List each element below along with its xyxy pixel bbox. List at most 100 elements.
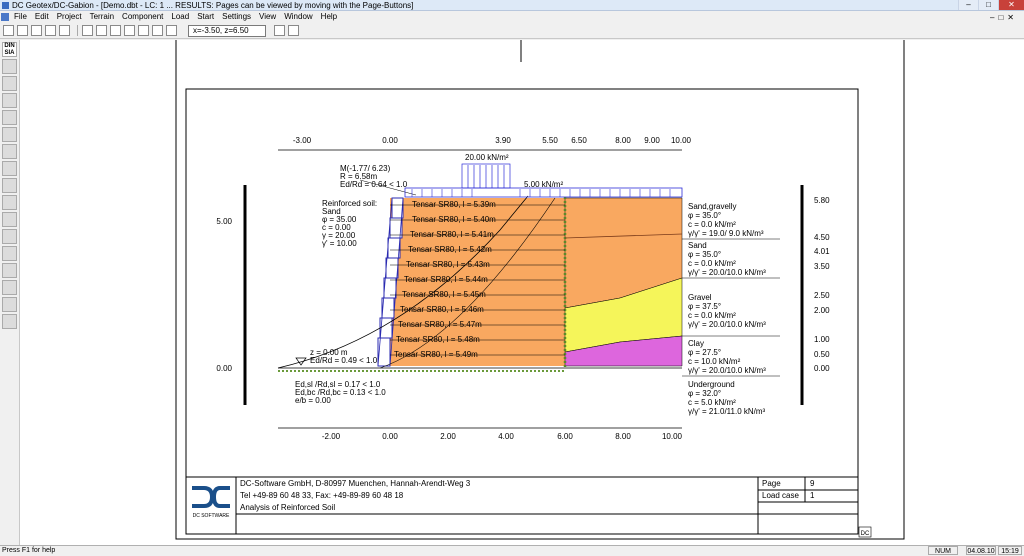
geogrid-label: Tensar SR80, l = 5.48m <box>396 335 480 344</box>
norm-logo[interactable]: DIN SIA <box>2 42 17 57</box>
chart-tool-icon[interactable] <box>2 297 17 312</box>
num-lock-indicator: NUM <box>928 546 958 555</box>
open-folder-icon[interactable] <box>17 25 28 36</box>
paste-icon[interactable] <box>110 25 121 36</box>
wall-tool-icon[interactable] <box>2 93 17 108</box>
strip-load-label: 20.00 kN/m² <box>465 153 509 162</box>
geogrid-label: Tensar SR80, l = 5.41m <box>410 230 494 239</box>
bottom-tick-label: 4.00 <box>498 432 514 441</box>
context-help-icon[interactable] <box>288 25 299 36</box>
menu-terrain[interactable]: Terrain <box>86 11 118 23</box>
menu-load[interactable]: Load <box>167 11 193 23</box>
maximize-button[interactable]: □ <box>978 0 998 10</box>
toolbar-separator <box>77 25 78 36</box>
gabion-tool-icon[interactable] <box>2 195 17 210</box>
page-tool-icon[interactable] <box>2 280 17 295</box>
right-tick-label: 4.01 <box>814 247 830 256</box>
bottom-tick-label: 0.00 <box>382 432 398 441</box>
link-tool-icon[interactable] <box>2 314 17 329</box>
right-tick-label: 0.00 <box>814 364 830 373</box>
toolbar: x=-3.50, z=6.50 <box>0 23 1024 39</box>
layer-tool-icon[interactable] <box>2 76 17 91</box>
company-phone: Tel +49-89 60 48 33, Fax: +49-89-89 60 4… <box>240 491 404 500</box>
left-tick-label: 0.00 <box>216 364 232 373</box>
menu-component[interactable]: Component <box>118 11 167 23</box>
slip-tool-icon[interactable] <box>2 212 17 227</box>
right-tick-label: 2.50 <box>814 291 830 300</box>
menu-project[interactable]: Project <box>53 11 86 23</box>
print-preview-icon[interactable] <box>59 25 70 36</box>
geogrid-tool-icon[interactable] <box>2 178 17 193</box>
eccentricity-label: e/b = 0.00 <box>295 396 331 405</box>
bottom-tick-label: 10.00 <box>662 432 683 441</box>
load-tool-icon[interactable] <box>2 144 17 159</box>
menu-settings[interactable]: Settings <box>218 11 255 23</box>
new-file-icon[interactable] <box>3 25 14 36</box>
print-icon[interactable] <box>45 25 56 36</box>
help-question-icon[interactable] <box>274 25 285 36</box>
top-tick-label: 6.50 <box>571 136 587 145</box>
soil-name: Sand,gravelly <box>688 202 736 211</box>
geogrid-label: Tensar SR80, l = 5.49m <box>394 350 478 359</box>
close-button[interactable]: ✕ <box>998 0 1024 10</box>
geogrid-label: Tensar SR80, l = 5.45m <box>402 290 486 299</box>
document-icon[interactable] <box>1 13 9 21</box>
soil-gamma: γ/γ' = 20.0/10.0 kN/m³ <box>688 268 766 277</box>
reinforced-soil-gamma-prime: γ' = 10.00 <box>322 239 357 248</box>
geogrid-label: Tensar SR80, l = 5.43m <box>406 260 490 269</box>
anchor-tool-icon[interactable] <box>2 161 17 176</box>
company-address: DC-Software GmbH, D-80997 Muenchen, Hann… <box>240 479 471 488</box>
water-tool-icon[interactable] <box>2 127 17 142</box>
right-tick-label: 1.00 <box>814 335 830 344</box>
soil-phi: φ = 27.5° <box>688 348 721 357</box>
results-tool-icon[interactable] <box>2 263 17 278</box>
uniform-load-label: 5.00 kN/m² <box>524 180 563 189</box>
geogrid-label: Tensar SR80, l = 5.46m <box>400 305 484 314</box>
soil-c: c = 0.0 kN/m² <box>688 311 736 320</box>
toe-utilization-label: Ed/Rd = 0.49 < 1.0 <box>310 356 378 365</box>
status-bar: Press F1 for help NUM 04.08.10 15:19 <box>0 545 1024 555</box>
window-controls: – □ ✕ <box>958 0 1024 11</box>
status-help-text: Press F1 for help <box>2 547 56 554</box>
top-tick-label: -3.00 <box>293 136 312 145</box>
soil-tool-icon[interactable] <box>2 110 17 125</box>
check-tool-icon[interactable] <box>2 246 17 261</box>
bottom-tick-label: -2.00 <box>322 432 341 441</box>
terrain-tool-icon[interactable] <box>2 59 17 74</box>
menu-edit[interactable]: Edit <box>31 11 53 23</box>
loadcase-number: 1 <box>810 491 815 500</box>
status-date: 04.08.10 <box>966 546 996 555</box>
geogrid-label: Tensar SR80, l = 5.44m <box>404 275 488 284</box>
soil-gamma: γ/γ' = 21.0/11.0 kN/m³ <box>688 407 766 416</box>
copy-icon[interactable] <box>96 25 107 36</box>
zoom-window-icon[interactable] <box>152 25 163 36</box>
zoom-all-icon[interactable] <box>166 25 177 36</box>
right-tick-label: 5.80 <box>814 196 830 205</box>
soil-name: Sand <box>688 241 707 250</box>
bottom-tick-label: 6.00 <box>557 432 573 441</box>
settlement-tool-icon[interactable] <box>2 229 17 244</box>
minimize-button[interactable]: – <box>958 0 978 10</box>
soil-gamma: γ/γ' = 20.0/10.0 kN/m³ <box>688 366 766 375</box>
soil-c: c = 0.0 kN/m² <box>688 259 736 268</box>
soil-phi: φ = 32.0° <box>688 389 721 398</box>
slip-utilization-label: Ed/Rd = 0.64 < 1.0 <box>340 180 408 189</box>
title-bar: DC Geotex/DC-Gabion - [Demo.dbt - LC: 1 … <box>0 0 1024 11</box>
soil-c: c = 5.0 kN/m² <box>688 398 736 407</box>
menu-help[interactable]: Help <box>317 11 341 23</box>
bottom-tick-label: 8.00 <box>615 432 631 441</box>
soil-c: c = 0.0 kN/m² <box>688 220 736 229</box>
menu-start[interactable]: Start <box>193 11 218 23</box>
soil-phi: φ = 35.0° <box>688 211 721 220</box>
zoom-out-icon[interactable] <box>138 25 149 36</box>
project-subject: Analysis of Reinforced Soil <box>240 503 335 512</box>
logo-caption: DC SOFTWARE <box>193 513 230 519</box>
right-tick-label: 2.00 <box>814 306 830 315</box>
save-icon[interactable] <box>31 25 42 36</box>
cut-icon[interactable] <box>82 25 93 36</box>
menu-view[interactable]: View <box>255 11 280 23</box>
menu-file[interactable]: File <box>10 11 31 23</box>
zoom-in-icon[interactable] <box>124 25 135 36</box>
top-tick-label: 0.00 <box>382 136 398 145</box>
menu-window[interactable]: Window <box>280 11 316 23</box>
